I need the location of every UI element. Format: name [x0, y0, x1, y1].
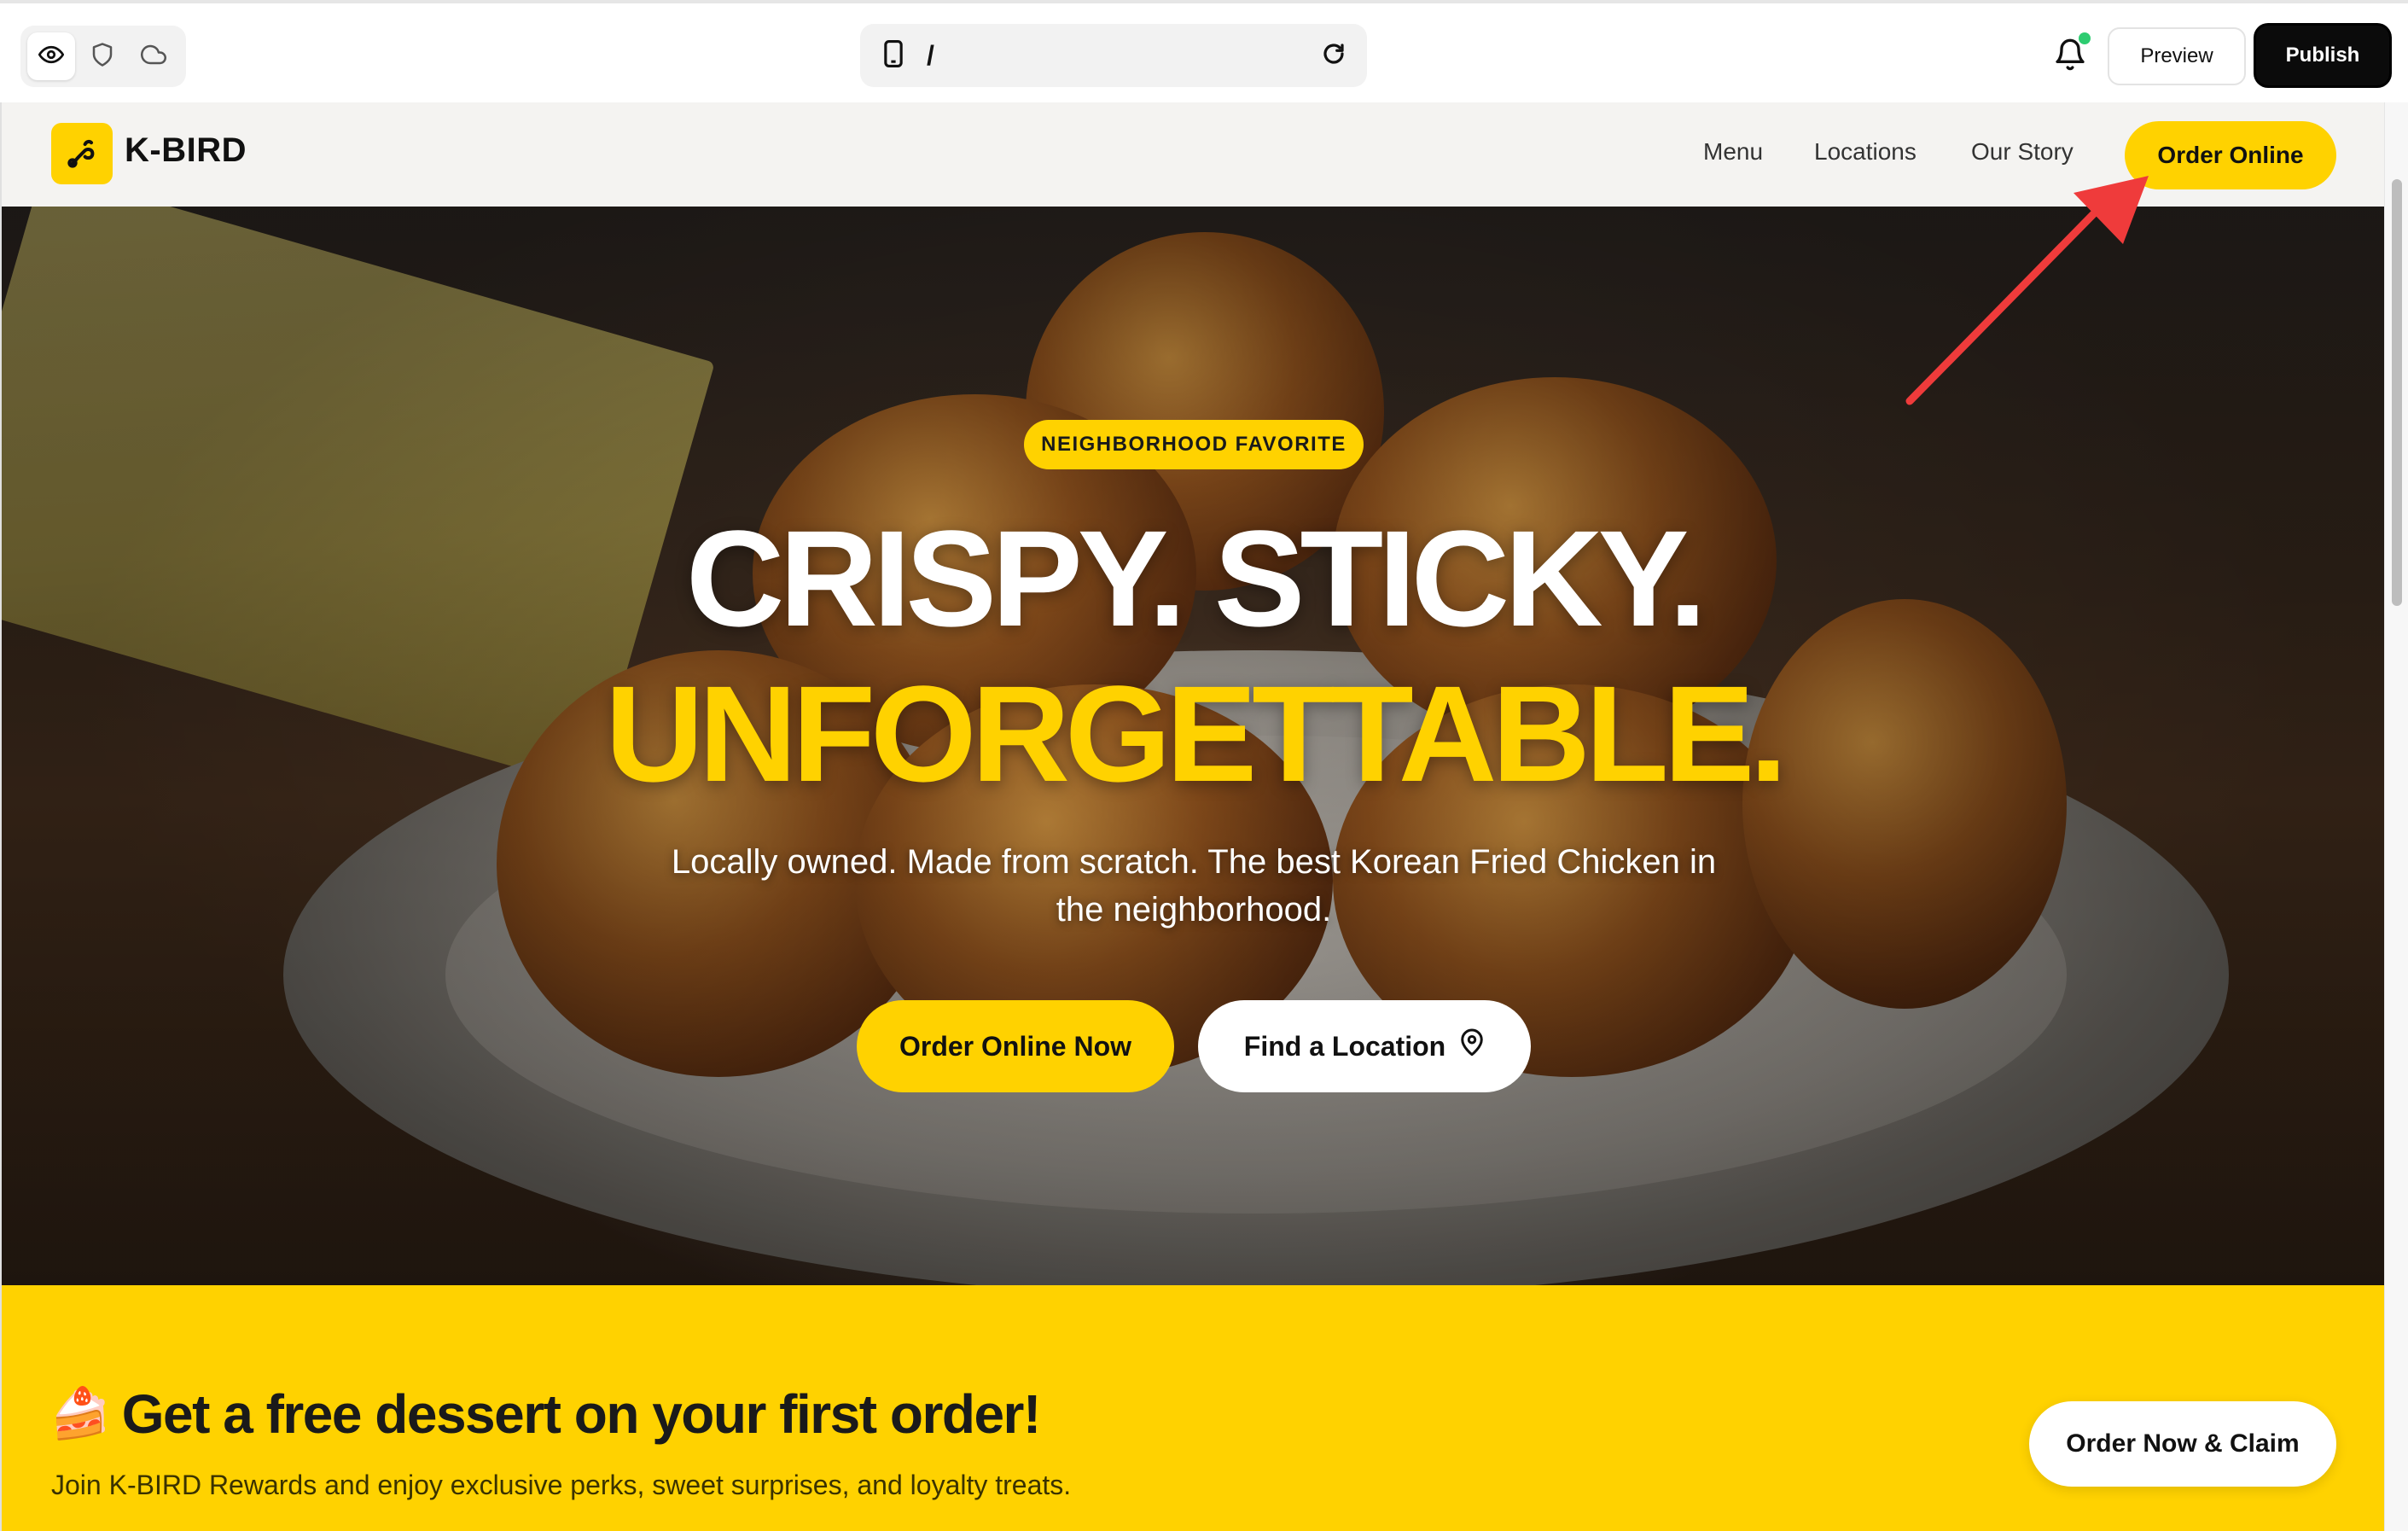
- notification-indicator: [2079, 32, 2091, 44]
- nav-link-our-story[interactable]: Our Story: [1971, 138, 2074, 166]
- preview-button[interactable]: Preview: [2108, 27, 2246, 85]
- promo-banner: 🍰 Get a free dessert on your first order…: [2, 1285, 2384, 1531]
- view-mode-toggle-group: [20, 26, 186, 87]
- shield-icon: [90, 42, 115, 72]
- hero-headline-line1: CRISPY. STICKY.: [685, 502, 1707, 655]
- scrollbar-thumb[interactable]: [2392, 179, 2402, 606]
- order-online-now-button[interactable]: Order Online Now: [857, 1000, 1174, 1092]
- cloud-icon: [141, 42, 166, 72]
- page-path: /: [927, 39, 934, 71]
- map-pin-icon: [1459, 1027, 1485, 1065]
- page-url-bar[interactable]: /: [860, 24, 1367, 87]
- builder-toolbar: / Preview Publish: [0, 0, 2408, 102]
- order-now-claim-button[interactable]: Order Now & Claim: [2029, 1401, 2336, 1487]
- eye-icon: [38, 42, 65, 72]
- reload-icon[interactable]: [1321, 41, 1347, 71]
- nav-link-locations[interactable]: Locations: [1814, 138, 1917, 166]
- nav-link-menu[interactable]: Menu: [1703, 138, 1763, 166]
- site-header: K-BIRD Menu Locations Our Story Order On…: [2, 102, 2384, 207]
- brand-logo-icon[interactable]: [51, 123, 113, 184]
- preview-mode-button[interactable]: [27, 32, 75, 80]
- hero-headline-line2: UNFORGETTABLE.: [605, 657, 1788, 810]
- hero-subtext: Locally owned. Made from scratch. The be…: [671, 843, 1717, 928]
- cloud-mode-button[interactable]: [130, 32, 177, 80]
- promo-subtitle: Join K-BIRD Rewards and enjoy exclusive …: [51, 1470, 1072, 1500]
- brand-name[interactable]: K-BIRD: [125, 131, 247, 170]
- publish-button[interactable]: Publish: [2256, 26, 2389, 85]
- cake-icon: 🍰: [49, 1386, 111, 1441]
- canvas-scrollbar[interactable]: [2384, 102, 2408, 1531]
- find-location-label: Find a Location: [1243, 1030, 1446, 1062]
- promo-title-text: Get a free dessert on your first order!: [121, 1383, 1042, 1445]
- hero-badge: NEIGHBORHOOD FAVORITE: [1024, 420, 1364, 469]
- security-mode-button[interactable]: [79, 32, 126, 80]
- bell-icon: [2053, 38, 2087, 77]
- promo-title: 🍰 Get a free dessert on your first order…: [49, 1383, 1042, 1446]
- mobile-device-icon[interactable]: [881, 39, 906, 73]
- find-location-button[interactable]: Find a Location: [1198, 1000, 1531, 1092]
- order-online-button[interactable]: Order Online: [2125, 121, 2336, 189]
- notifications-button[interactable]: [2053, 32, 2091, 73]
- site-canvas: K-BIRD Menu Locations Our Story Order On…: [0, 102, 2384, 1531]
- hero-section: NEIGHBORHOOD FAVORITE CRISPY. STICKY. UN…: [2, 207, 2384, 1285]
